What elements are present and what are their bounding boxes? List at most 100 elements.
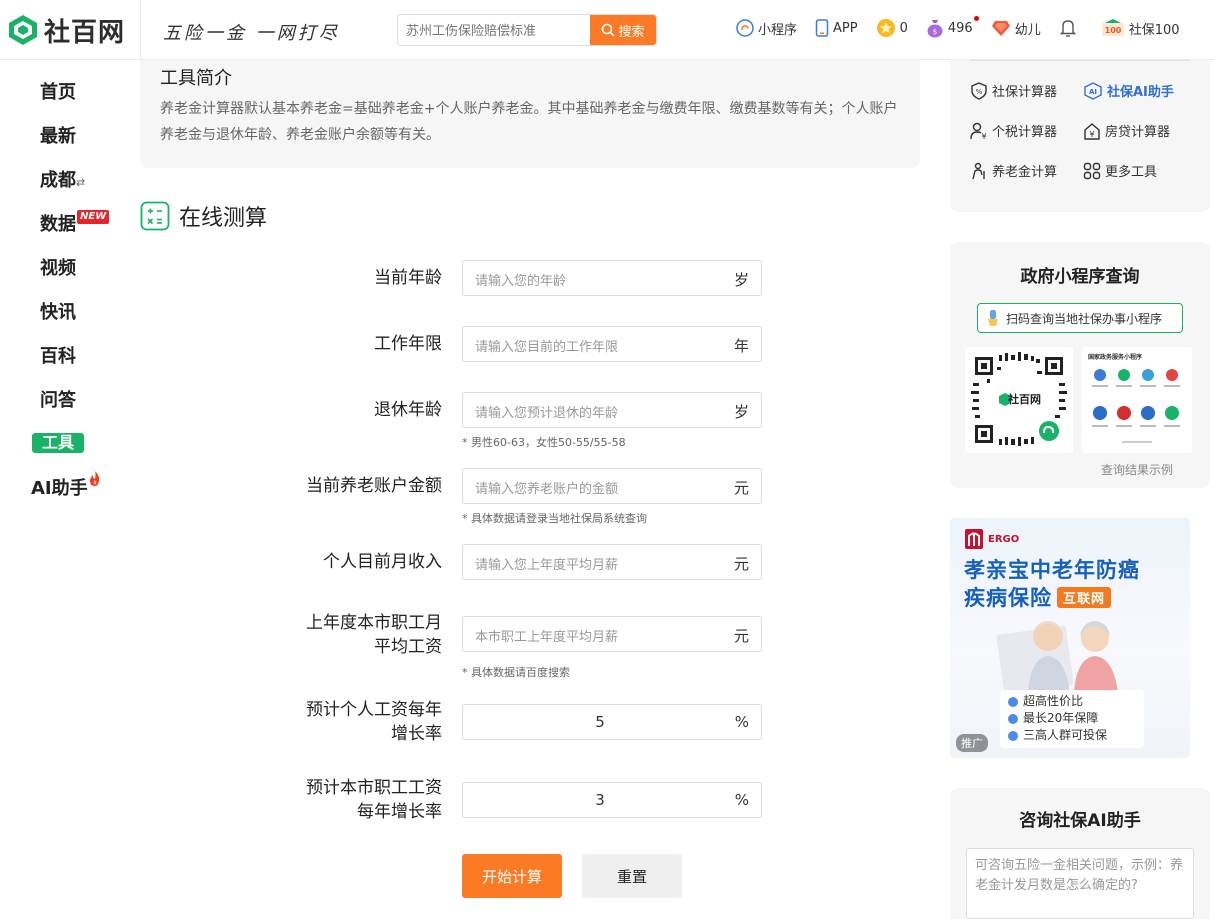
- intro-text: 养老金计算器默认基本养老金=基础养老金+个人账户养老金。其中基础养老金与缴费年限…: [160, 101, 898, 143]
- personal-growth-field[interactable]: 5 %: [462, 704, 762, 740]
- mini-program-icon: [736, 19, 754, 37]
- logo-text: 社百网: [44, 17, 126, 48]
- city-avg-wage-unit: 元: [733, 627, 749, 645]
- city-avg-wage-note: * 具体数据请百度搜索: [462, 666, 570, 679]
- tool-pension-calc-label: 养老金计算: [992, 165, 1058, 180]
- ai-question-input[interactable]: 可咨询五险一金相关问题，示例：养老金计发月数是怎么确定的?: [966, 848, 1194, 919]
- gov-scan-hint-text: 扫码查询当地社保办事小程序: [1006, 311, 1163, 326]
- work-years-field[interactable]: 请输入您目前的工作年限 年: [462, 326, 762, 362]
- reset-button[interactable]: 重置: [582, 854, 682, 898]
- header-divider: [140, 0, 141, 60]
- data-label: 数据: [40, 214, 76, 235]
- sidebar-item-qa[interactable]: 问答: [40, 386, 76, 412]
- coins-link[interactable]: 0: [876, 18, 908, 38]
- mini-program-link[interactable]: 小程序: [736, 19, 797, 38]
- star-coin-icon: [876, 18, 896, 38]
- tools-divider: [970, 60, 1190, 61]
- ad-benefit-2: 最长20年保障: [1008, 710, 1136, 727]
- calculator-icon: [140, 201, 170, 231]
- child-link[interactable]: 幼儿: [991, 19, 1041, 38]
- ergo-logo-icon: [965, 529, 983, 549]
- tool-ai-assistant[interactable]: AI 社保AI助手: [1083, 81, 1174, 100]
- notification-bell[interactable]: [1059, 18, 1077, 38]
- insurance-ad[interactable]: ERGO 孝亲宝中老年防癌 疾病保险 互联网 超高性价比 最长20年保障 三高人群…: [950, 518, 1190, 758]
- site-logo[interactable]: 社百网: [6, 10, 126, 50]
- city-growth-value: 3: [595, 791, 605, 809]
- tool-more[interactable]: 更多工具: [1083, 161, 1157, 180]
- grid-icon: [1083, 162, 1101, 179]
- account-balance-unit: 元: [733, 479, 749, 497]
- account-balance-field[interactable]: 请输入您养老账户的金额 元: [462, 468, 762, 504]
- result-example-image: 国家政务服务小程序: [1082, 347, 1192, 453]
- retire-age-field[interactable]: 请输入您预计退休的年龄 岁: [462, 392, 762, 428]
- tool-pension-calc[interactable]: 养老金计算: [970, 161, 1057, 180]
- tools-card: % 社保计算器 AI 社保AI助手 ¥ 个税计算器 ¥ 房贷计算器 养老金计算 …: [950, 60, 1210, 212]
- ad-benefit-2-text: 最长20年保障: [1023, 711, 1099, 725]
- tool-tax-calc[interactable]: ¥ 个税计算器: [970, 121, 1057, 140]
- tool-tax-calc-label: 个税计算器: [992, 125, 1058, 140]
- sidebar-item-wiki[interactable]: 百科: [40, 342, 76, 368]
- search-icon: [602, 23, 616, 37]
- field-label-account-balance: 当前养老账户金额: [306, 476, 442, 496]
- sidebar-item-ai[interactable]: AI助手: [31, 471, 102, 500]
- ad-title-line2: 疾病保险 互联网: [964, 582, 1112, 612]
- tool-mortgage-calc-label: 房贷计算器: [1105, 125, 1171, 140]
- fire-icon: [89, 471, 99, 486]
- elder-icon: [972, 162, 985, 179]
- svg-text:%: %: [976, 88, 983, 96]
- ad-benefit-1: 超高性价比: [1008, 693, 1136, 710]
- search-button[interactable]: 搜索: [590, 15, 656, 45]
- age-field[interactable]: 请输入您的年龄 岁: [462, 260, 762, 296]
- new-badge: NEW: [77, 210, 110, 224]
- retire-age-note: * 男性60-63，女性50-55/55-58: [462, 436, 626, 449]
- shield-percent-icon: %: [971, 81, 987, 100]
- city-avg-wage-placeholder: 本市职工上年度平均月薪: [475, 630, 619, 645]
- svg-text:AI: AI: [1089, 88, 1097, 96]
- tool-social-security-calc[interactable]: % 社保计算器: [970, 81, 1057, 100]
- diamond-icon: [991, 19, 1011, 37]
- sidebar-item-video[interactable]: 视频: [40, 254, 76, 280]
- check-icon: [1008, 713, 1018, 724]
- start-calc-button[interactable]: 开始计算: [462, 854, 562, 898]
- personal-growth-label-line1: 预计个人工资每年: [306, 700, 442, 720]
- search-input[interactable]: [398, 15, 590, 45]
- ad-brand: ERGO: [964, 528, 1019, 550]
- sidebar-item-news[interactable]: 快讯: [40, 298, 76, 324]
- phone-icon: [815, 19, 829, 37]
- result-example-caption: 查询结果示例: [1100, 463, 1173, 477]
- elderly-couple-illustration: [996, 621, 1118, 694]
- user-menu[interactable]: 100 社保100: [1101, 18, 1180, 38]
- pointer-icon: [988, 310, 998, 326]
- city-avg-wage-label-line1: 上年度本市职工月: [306, 613, 442, 633]
- sidebar-item-home[interactable]: 首页: [40, 78, 76, 104]
- city-growth-field[interactable]: 3 %: [462, 782, 762, 818]
- city-growth-label-line1: 预计本市职工工资: [306, 778, 442, 798]
- svg-text:¥: ¥: [1089, 130, 1094, 139]
- city-label: 成都: [40, 170, 76, 191]
- field-label-personal-growth: 预计个人工资每年 增长率: [142, 698, 442, 746]
- field-label-city-growth: 预计本市职工工资 每年增长率: [142, 776, 442, 824]
- gov-card-title: 政府小程序查询: [1020, 267, 1140, 287]
- tool-mortgage-calc[interactable]: ¥ 房贷计算器: [1083, 121, 1170, 140]
- field-label-retire-age: 退休年龄: [374, 400, 442, 420]
- search-button-label: 搜索: [618, 24, 645, 40]
- points-link[interactable]: $ 496: [926, 16, 979, 38]
- search-box: 搜索: [397, 14, 657, 46]
- retire-age-placeholder: 请输入您预计退休的年龄: [475, 406, 619, 421]
- person-yen-icon: ¥: [970, 122, 987, 140]
- qr-brand-label: 社百网: [1008, 393, 1041, 406]
- city-avg-wage-field[interactable]: 本市职工上年度平均月薪 元: [462, 616, 762, 652]
- sidebar-item-data[interactable]: 数据 NEW: [40, 210, 110, 236]
- sidebar-item-tools[interactable]: 工具: [32, 433, 84, 453]
- sidebar-item-latest[interactable]: 最新: [40, 122, 76, 148]
- ai-consult-card: 咨询社保AI助手 可咨询五险一金相关问题，示例：养老金计发月数是怎么确定的?: [950, 788, 1210, 919]
- app-link[interactable]: APP: [815, 19, 858, 37]
- city-growth-unit: %: [734, 791, 749, 809]
- field-label-city-avg-wage: 上年度本市职工月 平均工资: [142, 611, 442, 659]
- account-balance-placeholder: 请输入您养老账户的金额: [475, 482, 619, 497]
- svg-text:$: $: [933, 28, 937, 36]
- sidebar-item-city[interactable]: 成都⇄: [40, 166, 85, 192]
- avatar: 100: [1101, 18, 1125, 38]
- monthly-income-field[interactable]: 请输入您上年度平均月薪 元: [462, 544, 762, 580]
- calculator-title: 在线测算: [179, 206, 268, 231]
